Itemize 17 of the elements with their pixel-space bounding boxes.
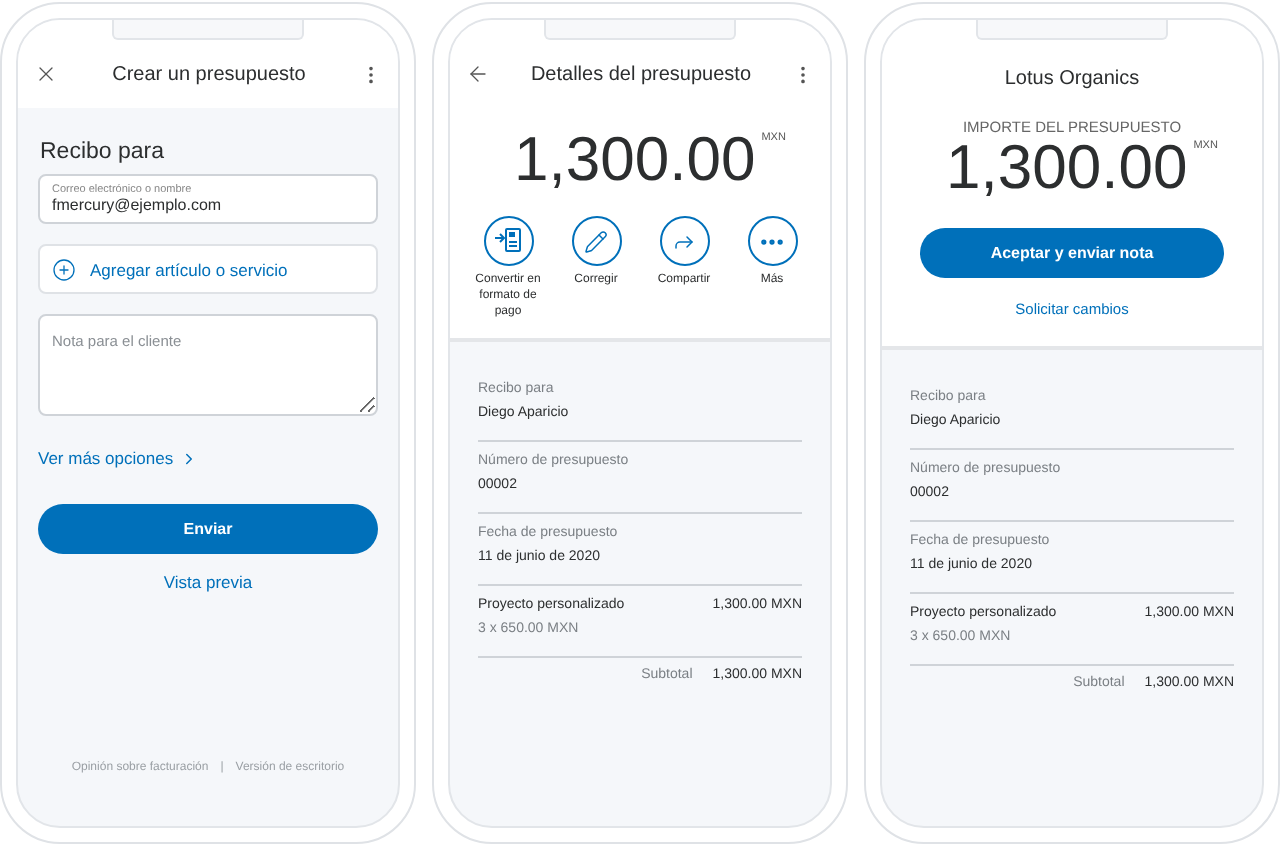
- document-arrow-icon: [494, 228, 522, 254]
- accept-button[interactable]: Aceptar y enviar nota: [920, 228, 1224, 278]
- amount: 1,300.00: [514, 128, 756, 190]
- plus-icon: [52, 257, 76, 281]
- amount: 1,300.00: [946, 136, 1188, 198]
- close-icon[interactable]: [34, 62, 58, 86]
- more-options-link[interactable]: Ver más opciones: [38, 448, 198, 468]
- section-title: Recibo para: [40, 140, 167, 164]
- recipient-input[interactable]: fmercury@ejemplo.com: [52, 196, 364, 214]
- screen-title: Crear un presupuesto: [112, 63, 306, 85]
- back-icon[interactable]: [466, 62, 490, 86]
- pencil-icon: [584, 229, 608, 253]
- send-button[interactable]: Enviar: [38, 504, 378, 554]
- merchant-name: Lotus Organics: [1004, 68, 1140, 90]
- screen-title: Detalles del presupuesto: [530, 63, 752, 85]
- add-item-button[interactable]: Agregar artículo o servicio: [38, 244, 378, 294]
- preview-link[interactable]: Vista previa: [163, 572, 253, 592]
